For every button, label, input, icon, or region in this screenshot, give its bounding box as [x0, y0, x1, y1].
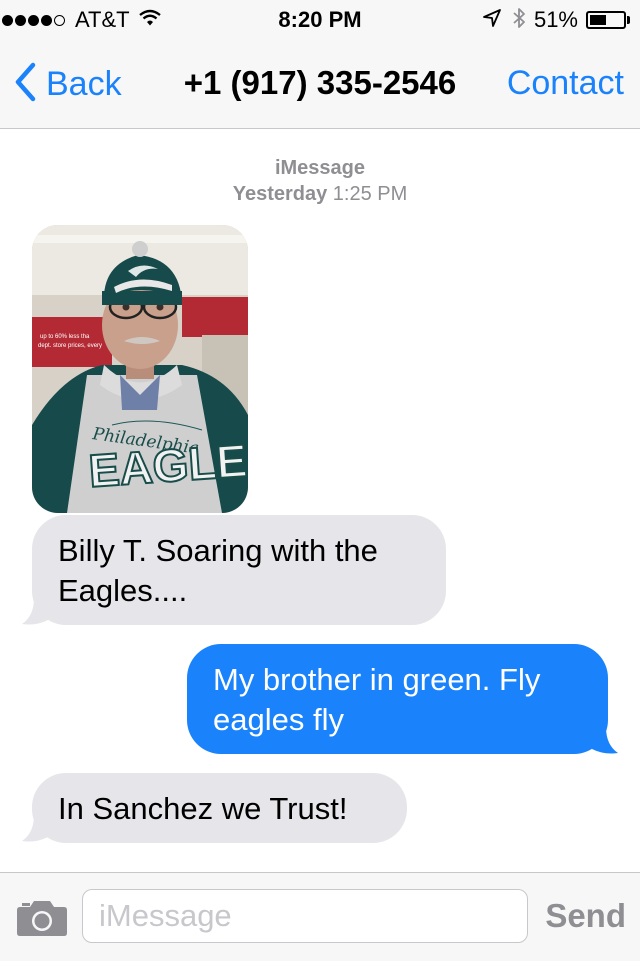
- camera-icon: [16, 901, 68, 941]
- send-button[interactable]: Send: [545, 897, 626, 935]
- battery-tip: [627, 16, 630, 24]
- battery-percentage: 51%: [533, 7, 578, 32]
- incoming-message-bubble[interactable]: Billy T. Soaring with the Eagles....: [32, 515, 446, 625]
- battery-level-fill: [590, 15, 606, 25]
- photo-message[interactable]: up to 60% less tha dept. store prices, e…: [32, 225, 248, 513]
- thread-timestamp: Yesterday 1:25 PM: [0, 181, 640, 207]
- timestamp-time: 1:25 PM: [332, 183, 408, 205]
- navigation-bar: Back +1 (917) 335-2546 Contact: [0, 40, 640, 129]
- message-text-line: eagles fly: [213, 702, 344, 737]
- thread-header: iMessage Yesterday 1:25 PM: [0, 155, 640, 207]
- back-button-label: Back: [46, 65, 122, 103]
- message-text-line: In Sanchez we Trust!: [58, 791, 348, 826]
- camera-button[interactable]: [16, 897, 68, 942]
- location-arrow-icon: [482, 8, 502, 33]
- message-input[interactable]: [82, 889, 528, 943]
- sign-text-line-1: up to 60% less tha: [40, 334, 90, 340]
- service-label: iMessage: [274, 157, 366, 179]
- message-text-line: My brother in green. Fly: [213, 662, 541, 697]
- jacket-eagles-text: EAGLE: [87, 434, 248, 497]
- back-button[interactable]: Back: [14, 62, 122, 107]
- battery-icon: [586, 11, 626, 29]
- message-text-line: Billy T. Soaring with the: [58, 533, 378, 568]
- timestamp-day: Yesterday: [232, 183, 328, 205]
- outgoing-message-bubble[interactable]: My brother in green. Fly eagles fly: [187, 644, 608, 754]
- bluetooth-icon: [512, 6, 526, 35]
- status-bar: AT&T 8:20 PM 51%: [0, 0, 640, 40]
- contact-button[interactable]: Contact: [507, 64, 624, 103]
- message-input-bar: Send: [0, 872, 640, 961]
- message-text-line: Eagles....: [58, 573, 188, 608]
- chevron-left-icon: [14, 62, 36, 107]
- status-right: 51%: [482, 6, 630, 34]
- sign-text-line-2: dept. store prices, every: [38, 343, 102, 349]
- incoming-message-bubble[interactable]: In Sanchez we Trust!: [32, 773, 407, 843]
- selfie-photo: up to 60% less tha dept. store prices, e…: [32, 225, 248, 513]
